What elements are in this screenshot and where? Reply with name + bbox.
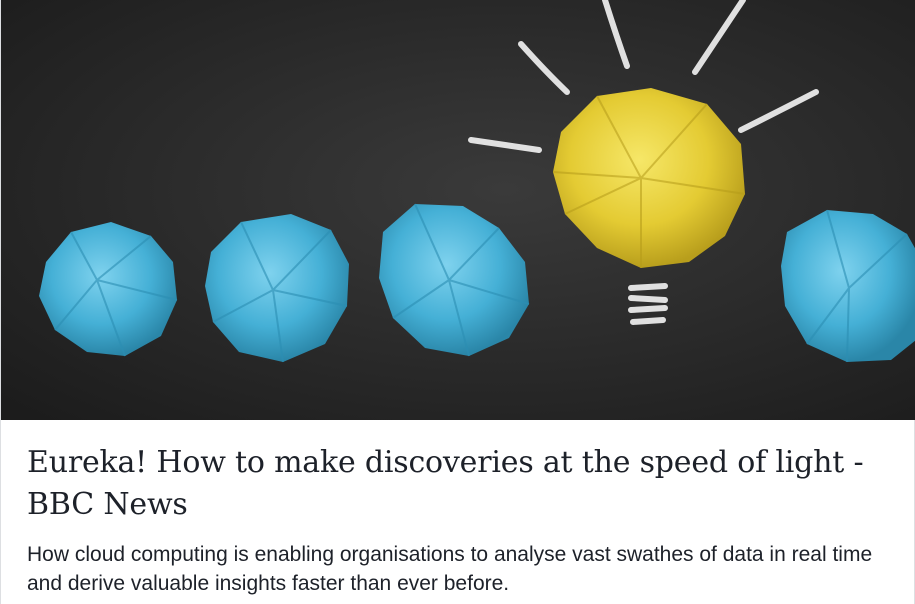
thumbnail-illustration [1, 0, 915, 420]
article-description: How cloud computing is enabling organisa… [27, 543, 873, 595]
article-headline[interactable]: Eureka! How to make discoveries at the s… [27, 442, 896, 526]
article-thumbnail[interactable] [1, 0, 915, 420]
link-preview-card[interactable]: Eureka! How to make discoveries at the s… [0, 0, 915, 604]
link-preview-text: Eureka! How to make discoveries at the s… [1, 420, 915, 604]
